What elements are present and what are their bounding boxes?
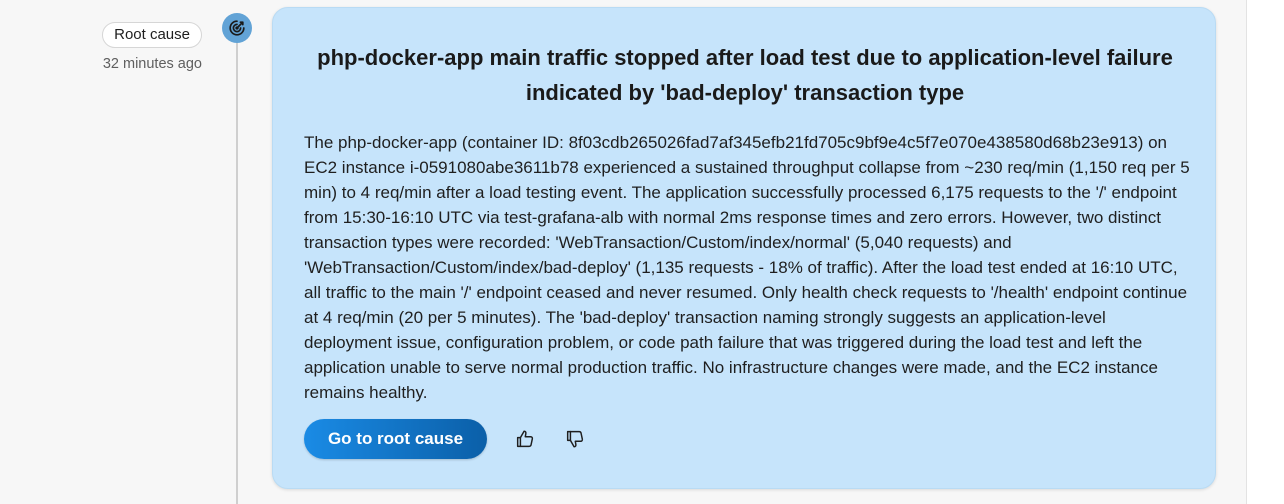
root-cause-card: php-docker-app main traffic stopped afte…: [272, 7, 1216, 489]
go-to-root-cause-button[interactable]: Go to root cause: [304, 419, 487, 459]
side-panel-edge: [1246, 0, 1284, 504]
root-cause-description: The php-docker-app (container ID: 8f03cd…: [304, 133, 1190, 402]
thumbs-down-icon: [566, 430, 584, 448]
thumbs-up-icon: [516, 430, 534, 448]
root-cause-title: php-docker-app main traffic stopped afte…: [317, 45, 1173, 105]
timeline-node: [222, 13, 252, 43]
thumbs-up-button[interactable]: [511, 425, 539, 453]
entry-timestamp: 32 minutes ago: [102, 56, 202, 72]
thumbs-down-button[interactable]: [561, 425, 589, 453]
target-arrow-icon: [229, 20, 245, 36]
card-actions: Go to root cause: [304, 419, 589, 459]
root-cause-tag: Root cause: [102, 22, 202, 48]
timeline-line: [236, 30, 238, 504]
timeline-entry-meta: Root cause 32 minutes ago: [0, 0, 212, 504]
